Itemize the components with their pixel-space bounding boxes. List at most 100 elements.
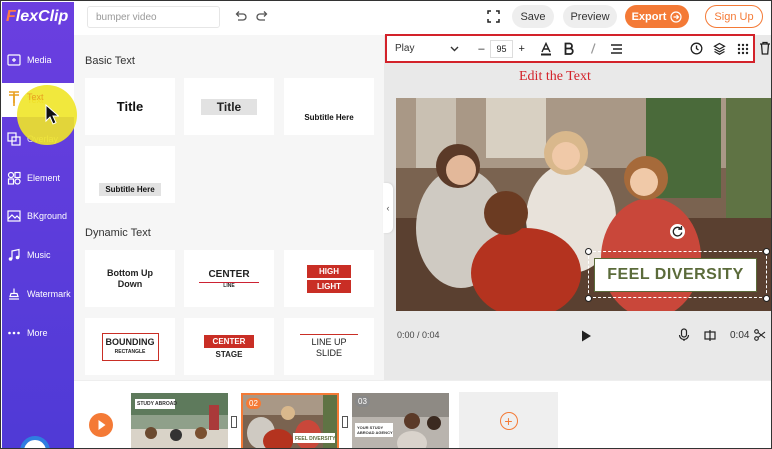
dynamic-template-line-up[interactable]: LINE UP SLIDE xyxy=(284,318,374,375)
text-icon xyxy=(9,91,19,103)
overlay-icon xyxy=(7,132,21,146)
sidebar-item-element[interactable]: Element xyxy=(2,161,74,195)
font-size-decrease-button[interactable]: – xyxy=(477,43,486,55)
clip-caption: FEEL DIVERSITY xyxy=(295,436,336,442)
template-label: Subtitle Here xyxy=(99,183,161,196)
collapse-panel-button[interactable]: ‹ xyxy=(383,183,393,233)
add-scene-button[interactable]: + xyxy=(459,392,558,448)
sidebar-item-label: More xyxy=(27,328,48,338)
chevron-left-icon: ‹ xyxy=(386,203,390,213)
resize-handle[interactable] xyxy=(763,295,770,302)
dynamic-template-bottom-up[interactable]: Bottom Up Down xyxy=(85,250,175,307)
resize-handle[interactable] xyxy=(585,248,592,255)
clip-number: 02 xyxy=(246,398,261,409)
layers-icon[interactable] xyxy=(710,42,730,55)
playback-time: 0:00 / 0:04 xyxy=(397,330,440,340)
canvas-text-element[interactable]: FEEL DIVERSITY xyxy=(594,258,757,292)
sidebar-item-bkground[interactable]: BKground xyxy=(2,199,74,233)
undo-icon[interactable] xyxy=(233,10,247,24)
timeline-clip-selected[interactable]: 02 FEEL DIVERSITY xyxy=(241,393,339,448)
sidebar: FlexClip Media Text Overlay Element BKgr… xyxy=(2,2,74,448)
scissors-icon[interactable] xyxy=(754,329,766,341)
resize-handle[interactable] xyxy=(763,248,770,255)
transition-marker[interactable] xyxy=(342,416,348,428)
align-icon[interactable] xyxy=(607,43,627,55)
bold-icon[interactable] xyxy=(560,42,580,55)
basic-text-heading: Basic Text xyxy=(85,55,135,67)
project-name-input[interactable]: bumper video xyxy=(87,6,220,28)
preview-button[interactable]: Preview xyxy=(563,5,617,28)
rotate-handle[interactable] xyxy=(670,224,685,239)
arrow-right-icon xyxy=(670,10,683,23)
italic-icon[interactable] xyxy=(583,42,603,55)
dynamic-template-center-stage[interactable]: CENTER STAGE xyxy=(184,318,274,375)
font-size-increase-button[interactable]: + xyxy=(517,43,526,55)
trash-icon[interactable] xyxy=(759,41,771,55)
play-icon[interactable] xyxy=(579,329,593,343)
sidebar-item-text-overlay[interactable]: Text xyxy=(7,90,44,104)
text-template-title[interactable]: Title xyxy=(85,78,175,135)
sidebar-item-music[interactable]: Music xyxy=(2,238,74,272)
template-label: Subtitle Here xyxy=(304,113,354,122)
sidebar-item-media[interactable]: Media xyxy=(2,43,74,77)
sidebar-item-label: Music xyxy=(27,250,51,260)
clock-icon[interactable] xyxy=(686,42,706,55)
plus-icon: + xyxy=(499,412,518,430)
sidebar-item-label: Element xyxy=(27,173,61,183)
fullscreen-icon[interactable] xyxy=(487,10,500,23)
dynamic-template-center-line[interactable]: CENTER LINE xyxy=(184,250,274,307)
sidebar-item-label: Media xyxy=(27,55,52,65)
more-icon xyxy=(8,331,20,335)
rotate-icon xyxy=(672,226,683,237)
sidebar-item-label: BKground xyxy=(27,211,68,221)
media-icon xyxy=(7,54,21,66)
export-button[interactable]: Export xyxy=(625,5,689,28)
text-template-subtitle[interactable]: Subtitle Here xyxy=(284,78,374,135)
redo-icon[interactable] xyxy=(256,10,270,24)
template-text: Bottom Up Down xyxy=(107,267,153,289)
text-template-title-bg[interactable]: Title xyxy=(184,78,274,135)
play-icon xyxy=(98,420,106,430)
template-text: CENTER STAGE xyxy=(204,334,254,359)
template-label: Title xyxy=(200,98,258,115)
resize-handle[interactable] xyxy=(585,295,592,302)
template-text: LINE UP SLIDE xyxy=(300,334,358,359)
text-color-icon[interactable] xyxy=(536,41,556,56)
timeline-play-button[interactable] xyxy=(89,413,113,437)
signup-button[interactable]: Sign Up xyxy=(705,5,763,28)
text-toolbar: Play – 95 + xyxy=(385,34,755,63)
template-text: BOUNDING RECTANGLE xyxy=(101,332,159,361)
font-size-input[interactable]: 95 xyxy=(489,39,514,58)
chevron-down-icon xyxy=(450,46,459,52)
clip-number: 03 xyxy=(355,396,370,407)
template-text: CENTER LINE xyxy=(199,269,259,289)
app-window: FlexClip Media Text Overlay Element BKgr… xyxy=(0,0,772,449)
edit-text-annotation: Edit the Text xyxy=(519,69,591,84)
template-label: Title xyxy=(116,99,144,114)
element-icon xyxy=(7,171,21,185)
template-text: HIGH LIGHT xyxy=(307,263,351,295)
timeline-clip[interactable]: 03 YOUR STUDY ABROAD AGENCY xyxy=(352,393,449,448)
split-icon[interactable] xyxy=(704,329,716,342)
text-template-subtitle-bg[interactable]: Subtitle Here xyxy=(85,146,175,203)
timeline-clip[interactable]: 01 STUDY ABROAD xyxy=(131,393,228,448)
font-select[interactable]: Play xyxy=(395,43,459,54)
clip-caption: STUDY ABROAD xyxy=(137,401,178,407)
grid-icon[interactable] xyxy=(733,43,753,55)
dynamic-template-high-light[interactable]: HIGH LIGHT xyxy=(284,250,374,307)
dynamic-template-bounding[interactable]: BOUNDING RECTANGLE xyxy=(85,318,175,375)
total-duration: 0:04 xyxy=(730,330,750,341)
microphone-icon[interactable] xyxy=(678,328,690,342)
flexclip-logo[interactable]: FlexClip xyxy=(6,8,68,26)
avatar[interactable] xyxy=(20,436,50,448)
sidebar-item-watermark[interactable]: Watermark xyxy=(2,277,74,311)
mouse-cursor-icon xyxy=(45,104,59,125)
font-name: Play xyxy=(395,43,415,54)
sidebar-item-label: Watermark xyxy=(27,289,71,299)
background-icon xyxy=(7,210,21,222)
dynamic-text-heading: Dynamic Text xyxy=(85,227,151,239)
save-button[interactable]: Save xyxy=(512,5,554,28)
sidebar-item-more[interactable]: More xyxy=(2,316,74,350)
transition-marker[interactable] xyxy=(231,416,237,428)
sidebar-item-label: Text xyxy=(27,92,44,102)
